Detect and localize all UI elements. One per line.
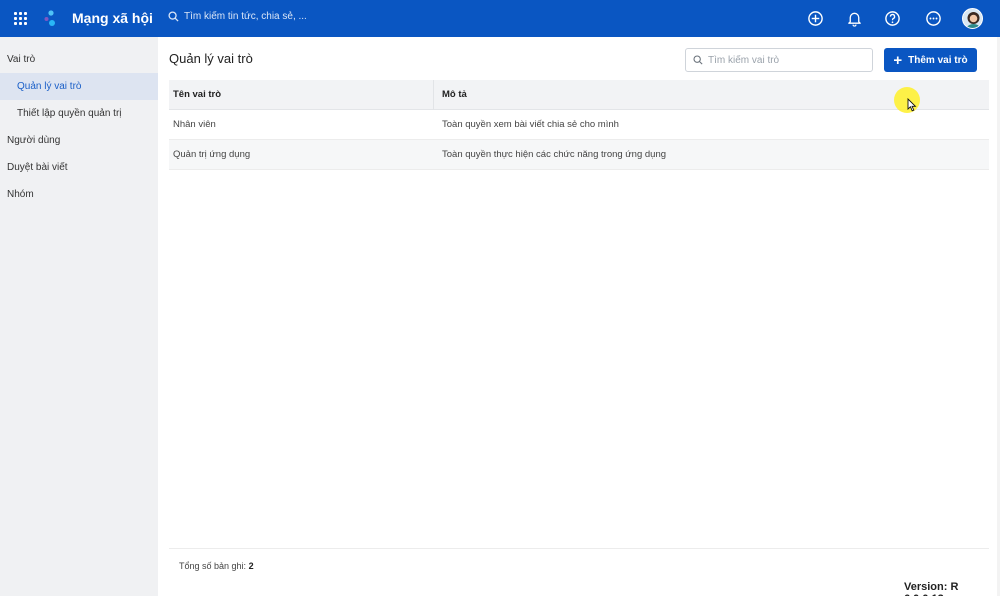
sidebar-item-manage-roles[interactable]: Quản lý vai trò xyxy=(0,73,158,100)
add-circle-icon[interactable] xyxy=(807,10,824,27)
table-header: Tên vai trò Mô tả xyxy=(169,80,989,110)
plus-icon: + xyxy=(893,51,903,69)
sidebar-item-label: Nhóm xyxy=(7,189,34,200)
sidebar-item-label: Duyệt bài viết xyxy=(7,162,68,173)
column-header-role-name[interactable]: Tên vai trò xyxy=(173,89,221,100)
sidebar-item-roles[interactable]: Vai trò xyxy=(0,46,158,73)
page-title: Quản lý vai trò xyxy=(169,51,253,66)
avatar[interactable] xyxy=(962,8,983,29)
sidebar-item-post-approval[interactable]: Duyệt bài viết xyxy=(0,154,158,181)
search-icon xyxy=(693,55,703,65)
sidebar-item-admin-permissions[interactable]: Thiết lập quyền quản trị xyxy=(0,100,158,127)
mouse-cursor-icon xyxy=(907,98,917,112)
help-icon[interactable] xyxy=(884,10,901,27)
roles-table: Tên vai trò Mô tả Nhân viên Toàn quyền x… xyxy=(169,80,989,170)
role-description-cell: Toàn quyền thực hiện các chức năng trong… xyxy=(442,149,667,160)
search-icon xyxy=(168,11,179,22)
column-divider[interactable] xyxy=(433,80,434,110)
sidebar-item-users[interactable]: Người dùng xyxy=(0,127,158,154)
add-role-button[interactable]: + Thêm vai trò xyxy=(884,48,977,72)
sidebar-item-label: Người dùng xyxy=(7,135,61,146)
sidebar: Vai trò Quản lý vai trò Thiết lập quyền … xyxy=(0,37,158,596)
more-icon[interactable] xyxy=(925,10,942,27)
table-row[interactable]: Quản trị ứng dụng Toàn quyền thực hiện c… xyxy=(169,140,989,170)
total-records: Tổng số bản ghi: 2 xyxy=(179,561,254,571)
table-row[interactable]: Nhân viên Toàn quyền xem bài viết chia s… xyxy=(169,110,989,140)
apps-grid-icon[interactable] xyxy=(14,12,27,25)
role-description-cell: Toàn quyền xem bài viết chia sẻ cho mình xyxy=(442,119,619,130)
sidebar-item-label: Thiết lập quyền quản trị xyxy=(17,108,122,119)
bell-icon[interactable] xyxy=(846,10,863,27)
total-records-label: Tổng số bản ghi: xyxy=(179,561,247,571)
version-label: Version: R 6.0.0.12 xyxy=(904,581,959,596)
role-search-input[interactable] xyxy=(708,54,858,66)
footer-divider xyxy=(169,548,989,549)
sidebar-item-label: Quản lý vai trò xyxy=(17,81,82,92)
column-header-description[interactable]: Mô tả xyxy=(442,89,467,100)
sidebar-item-groups[interactable]: Nhóm xyxy=(0,181,158,208)
top-header: Mạng xã hội Tìm kiếm tin tức, chia sẻ, .… xyxy=(0,0,1000,37)
role-search-box[interactable] xyxy=(685,48,873,72)
total-records-value: 2 xyxy=(248,561,254,571)
app-logo-icon[interactable] xyxy=(42,9,60,27)
sidebar-item-label: Vai trò xyxy=(7,54,36,65)
role-name-cell: Nhân viên xyxy=(173,119,216,130)
global-search[interactable]: Tìm kiếm tin tức, chia sẻ, ... xyxy=(168,11,307,22)
add-role-button-label: Thêm vai trò xyxy=(908,54,968,66)
app-title[interactable]: Mạng xã hội xyxy=(72,10,153,26)
role-name-cell: Quản trị ứng dụng xyxy=(173,149,251,160)
global-search-input[interactable]: Tìm kiếm tin tức, chia sẻ, ... xyxy=(184,11,307,22)
